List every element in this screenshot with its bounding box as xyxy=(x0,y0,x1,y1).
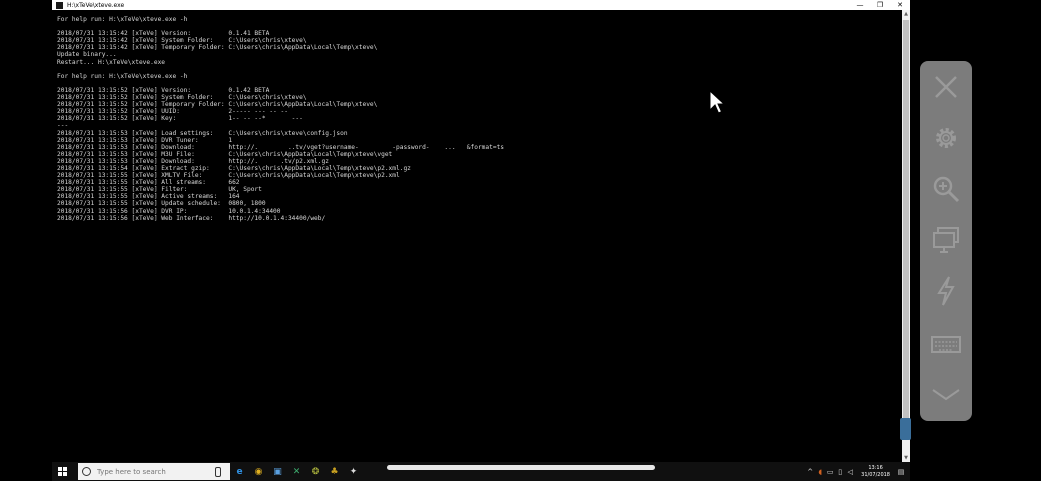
close-icon xyxy=(935,76,957,98)
app-icon: ✦ xyxy=(349,466,358,477)
network-icon[interactable]: ▭ xyxy=(825,468,835,476)
remote-control-panel xyxy=(920,61,972,421)
panel-tab-handle[interactable] xyxy=(900,418,911,440)
panel-settings-button[interactable] xyxy=(925,117,967,159)
taskbar-search-box[interactable] xyxy=(78,463,230,480)
remote-drag-bar[interactable] xyxy=(387,465,655,470)
gear-icon xyxy=(936,128,956,148)
microphone-icon[interactable] xyxy=(215,466,221,477)
window-controls: — ❐ ✕ xyxy=(850,0,910,10)
panel-close-button[interactable] xyxy=(925,66,967,108)
panel-collapse-button[interactable] xyxy=(925,374,967,416)
scroll-up-icon[interactable]: ▲ xyxy=(902,10,910,18)
app-icon: ❂ xyxy=(311,466,320,477)
panel-zoom-button[interactable] xyxy=(925,168,967,210)
scrollbar-thumb[interactable] xyxy=(903,20,909,426)
panel-display-button[interactable] xyxy=(925,219,967,261)
close-button[interactable]: ✕ xyxy=(890,0,910,10)
monitor-icon xyxy=(933,227,959,253)
app-icon: ♣ xyxy=(330,466,339,477)
store-icon: ▣ xyxy=(273,466,282,477)
maximize-button[interactable]: ❐ xyxy=(870,0,890,10)
mouse-cursor-icon xyxy=(709,90,725,114)
system-tray: ^ ◖ ▭ ▯ ◁ 13:16 31/07/2018 ▤ xyxy=(805,462,906,481)
tray-app-icon[interactable]: ◖ xyxy=(815,468,825,476)
window-title: H:\xTeVe\xteve.exe xyxy=(67,1,125,9)
taskbar-store[interactable]: ▣ xyxy=(268,462,287,481)
cortana-icon xyxy=(82,467,91,476)
start-button[interactable] xyxy=(52,462,72,481)
edge-icon: e xyxy=(236,466,243,477)
volume-icon[interactable]: ◁ xyxy=(845,468,855,476)
excel-icon: ✕ xyxy=(292,466,301,477)
clock-date: 31/07/2018 xyxy=(861,471,890,478)
taskbar-edge[interactable]: e xyxy=(230,462,249,481)
windows-logo-icon xyxy=(57,467,67,476)
taskbar-app-2[interactable]: ♣ xyxy=(325,462,344,481)
taskbar-clock[interactable]: 13:16 31/07/2018 xyxy=(861,465,890,479)
chevron-up-icon[interactable]: ^ xyxy=(805,468,815,476)
chevron-down-icon xyxy=(932,389,960,401)
chrome-icon: ◉ xyxy=(254,466,263,477)
scroll-down-icon[interactable]: ▼ xyxy=(902,454,910,462)
taskbar-excel[interactable]: ✕ xyxy=(287,462,306,481)
taskbar-chrome[interactable]: ◉ xyxy=(249,462,268,481)
panel-action-button[interactable] xyxy=(925,270,967,312)
minimize-button[interactable]: — xyxy=(850,0,870,10)
clock-time: 13:16 xyxy=(868,464,883,471)
window-title-bar[interactable]: H:\xTeVe\xteve.exe — ❐ ✕ xyxy=(52,0,910,10)
taskbar-app-1[interactable]: ❂ xyxy=(306,462,325,481)
zoom-icon xyxy=(933,176,960,203)
console-app-icon xyxy=(56,1,63,9)
display-icon[interactable]: ▯ xyxy=(835,468,845,476)
notification-icon[interactable]: ▤ xyxy=(896,468,906,476)
console-scrollbar[interactable]: ▲ ▼ xyxy=(902,10,910,462)
panel-keyboard-button[interactable] xyxy=(925,323,967,365)
console-output-area[interactable]: For help run: H:\xTeVe\xteve.exe -h 2018… xyxy=(52,10,902,462)
keyboard-icon xyxy=(931,336,961,353)
console-text: For help run: H:\xTeVe\xteve.exe -h 2018… xyxy=(57,16,505,222)
taskbar-search-input[interactable] xyxy=(97,467,215,476)
lightning-icon xyxy=(937,276,955,306)
taskbar-app-3[interactable]: ✦ xyxy=(344,462,363,481)
